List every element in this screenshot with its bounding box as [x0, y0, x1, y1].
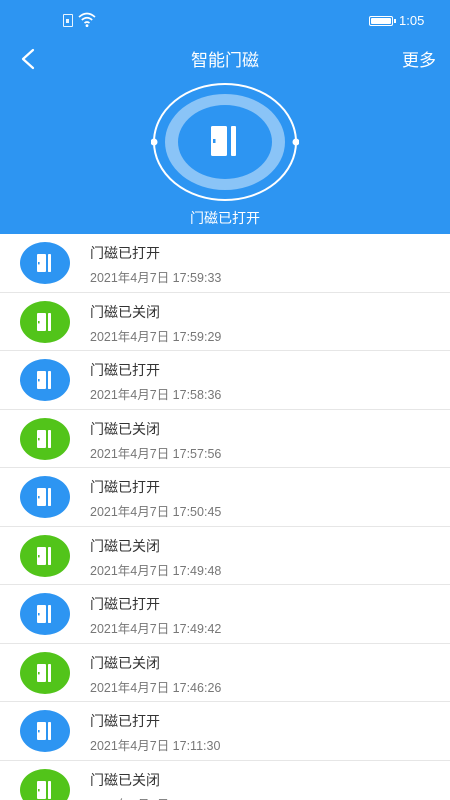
event-timestamp: 2021年4月7日 17:46:26: [90, 680, 222, 695]
event-title: 门磁已关闭: [90, 304, 160, 321]
door-closed-icon: [20, 651, 70, 694]
door-open-icon: [20, 476, 70, 518]
door-closed-icon: [20, 300, 70, 343]
event-timestamp: 2021年4月7日 17:11:30: [90, 739, 221, 753]
event-timestamp: 2021年4月7日 17:59:33: [90, 271, 222, 285]
event-timestamp: 2021年4月7日 17:00:59: [90, 794, 221, 800]
event-title: 门磁已打开: [90, 480, 160, 496]
event-title: 门磁已关闭: [90, 538, 160, 555]
event-title: 门磁已打开: [90, 597, 160, 613]
door-open-icon: [20, 710, 70, 752]
event-title: 门磁已打开: [90, 246, 160, 262]
list-item[interactable]: 门磁已关闭 2021年4月7日 17:46:26: [0, 643, 450, 702]
door-closed-icon: [20, 768, 70, 800]
door-sensor-icon: [211, 126, 236, 156]
more-button[interactable]: 更多: [402, 46, 436, 71]
event-title: 门磁已关闭: [90, 421, 160, 438]
page-title: 智能门磁: [191, 51, 259, 71]
list-item[interactable]: 门磁已关闭 2021年4月7日 17:49:48: [0, 526, 450, 585]
event-timestamp: 2021年4月7日 17:49:42: [90, 622, 222, 636]
event-title: 门磁已打开: [90, 714, 160, 730]
door-closed-icon: [20, 417, 70, 460]
header: 1:05 智能门磁 更多 门磁已打开: [0, 0, 450, 234]
event-title: 门磁已关闭: [90, 655, 160, 672]
sim-card-icon: [63, 14, 73, 27]
door-sensor-status-ring: [151, 83, 299, 201]
event-title: 门磁已打开: [90, 363, 160, 379]
event-timestamp: 2021年4月7日 17:57:56: [90, 446, 222, 461]
door-open-icon: [20, 593, 70, 635]
list-item[interactable]: 门磁已打开 2021年4月7日 17:58:36: [0, 351, 450, 410]
list-item[interactable]: 门磁已打开 2021年4月7日 17:50:45: [0, 468, 450, 527]
door-closed-icon: [20, 534, 70, 577]
door-status-text: 门磁已打开: [190, 211, 260, 227]
event-timestamp: 2021年4月7日 17:59:29: [90, 329, 222, 344]
list-item[interactable]: 门磁已打开 2021年4月7日 17:11:30: [0, 702, 450, 761]
status-bar: 1:05: [0, 0, 450, 40]
back-button[interactable]: [14, 44, 44, 74]
chevron-left-icon: [21, 48, 35, 70]
list-item[interactable]: 门磁已关闭 2021年4月7日 17:59:29: [0, 292, 450, 351]
event-timestamp: 2021年4月7日 17:49:48: [90, 563, 222, 578]
event-timestamp: 2021年4月7日 17:50:45: [90, 505, 222, 519]
list-item[interactable]: 门磁已打开 2021年4月7日 17:49:42: [0, 585, 450, 644]
list-item[interactable]: 门磁已关闭 2021年4月7日 17:00:59: [0, 760, 450, 800]
wifi-icon: [78, 12, 96, 27]
battery-icon: [369, 16, 396, 26]
door-open-icon: [20, 242, 70, 284]
event-log-list: 门磁已打开 2021年4月7日 17:59:33 门磁已关闭 2021年4月7日 17…: [0, 234, 450, 800]
door-open-icon: [20, 359, 70, 401]
status-time: 1:05: [399, 13, 425, 28]
list-item[interactable]: 门磁已关闭 2021年4月7日 17:57:56: [0, 409, 450, 468]
list-item[interactable]: 门磁已打开 2021年4月7日 17:59:33: [0, 234, 450, 293]
event-title: 门磁已关闭: [90, 772, 160, 789]
event-timestamp: 2021年4月7日 17:58:36: [90, 388, 222, 402]
